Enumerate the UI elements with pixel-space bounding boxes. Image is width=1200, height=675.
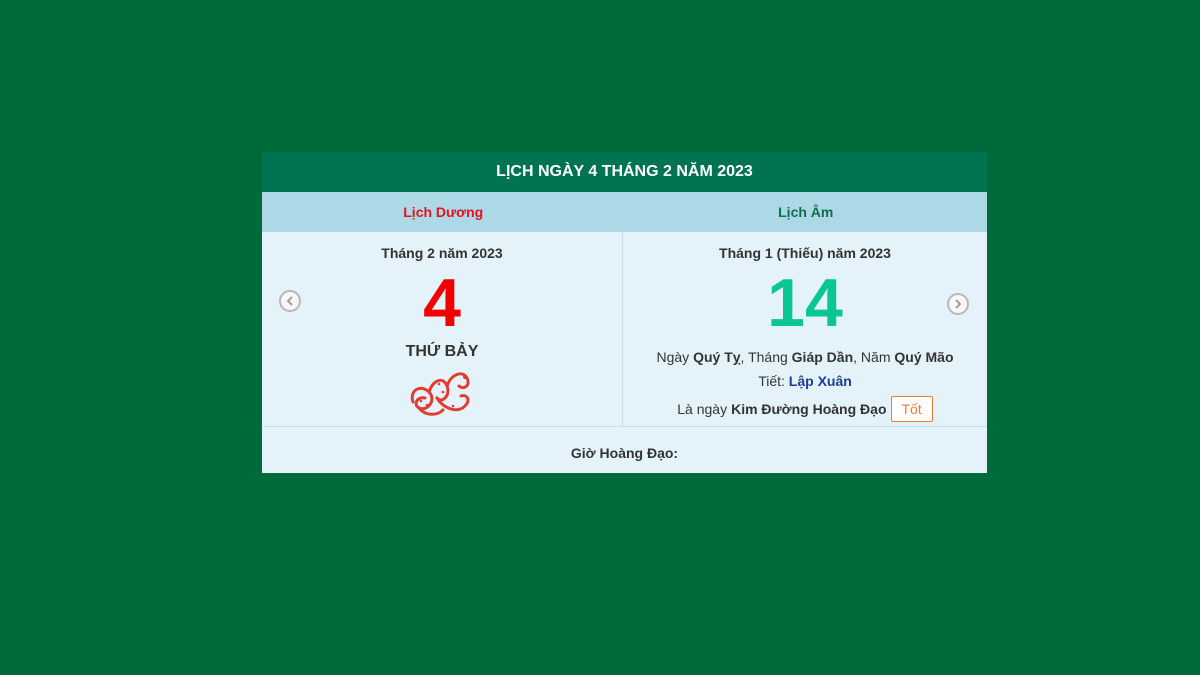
day-type-value: Kim Đường Hoàng Đạo	[731, 401, 887, 417]
day-type-line: Là ngày Kim Đường Hoàng Đạo Tốt	[623, 396, 987, 422]
can-chi-month-prefix: , Tháng	[740, 349, 788, 365]
lunar-day-number: 14	[767, 265, 843, 341]
calendar-tabs: Lịch Dương Lịch Âm	[262, 192, 987, 232]
day-type-prefix: Là ngày	[677, 401, 728, 417]
lunar-column: Tháng 1 (Thiếu) năm 2023 14 Ngày Quý Tỵ,…	[623, 232, 987, 426]
lunar-month-label: Tháng 1 (Thiếu) năm 2023	[719, 245, 891, 261]
auspicious-hours-label: Giờ Hoàng Đạo:	[570, 445, 679, 461]
solar-day-number: 4	[423, 265, 461, 341]
calendar-columns: Tháng 2 năm 2023 4 THỨ BẢY Tháng 1 (Thiế…	[262, 232, 987, 427]
previous-day-button[interactable]	[279, 290, 301, 312]
chevron-left-icon	[286, 296, 293, 306]
snake-icon	[410, 372, 470, 416]
solar-term-label: Tiết:	[758, 373, 785, 389]
can-chi-year-prefix: , Năm	[853, 349, 891, 365]
solar-term-line: Tiết: Lập Xuân	[623, 372, 987, 390]
good-day-badge: Tốt	[890, 396, 933, 422]
next-day-button[interactable]	[947, 293, 969, 315]
solar-column: Tháng 2 năm 2023 4 THỨ BẢY	[262, 232, 623, 426]
can-chi-year-value: Quý Mão	[894, 349, 954, 365]
tab-lunar-calendar[interactable]: Lịch Âm	[625, 192, 988, 232]
can-chi-month-value: Giáp Dần	[791, 349, 854, 365]
calendar-card: LỊCH NGÀY 4 THÁNG 2 NĂM 2023 Lịch Dương …	[262, 152, 987, 473]
can-chi-day-prefix: Ngày	[656, 349, 690, 365]
tab-solar-calendar[interactable]: Lịch Dương	[262, 192, 625, 232]
solar-term-value[interactable]: Lập Xuân	[789, 373, 852, 389]
can-chi-line: Ngày Quý Tỵ, Tháng Giáp Dần, Năm Quý Mão	[623, 348, 987, 366]
can-chi-day-value: Quý Tỵ	[693, 349, 741, 365]
chevron-right-icon	[955, 299, 962, 309]
solar-month-label: Tháng 2 năm 2023	[381, 245, 503, 261]
calendar-title: LỊCH NGÀY 4 THÁNG 2 NĂM 2023	[262, 152, 987, 192]
solar-weekday: THỨ BẢY	[405, 343, 479, 360]
